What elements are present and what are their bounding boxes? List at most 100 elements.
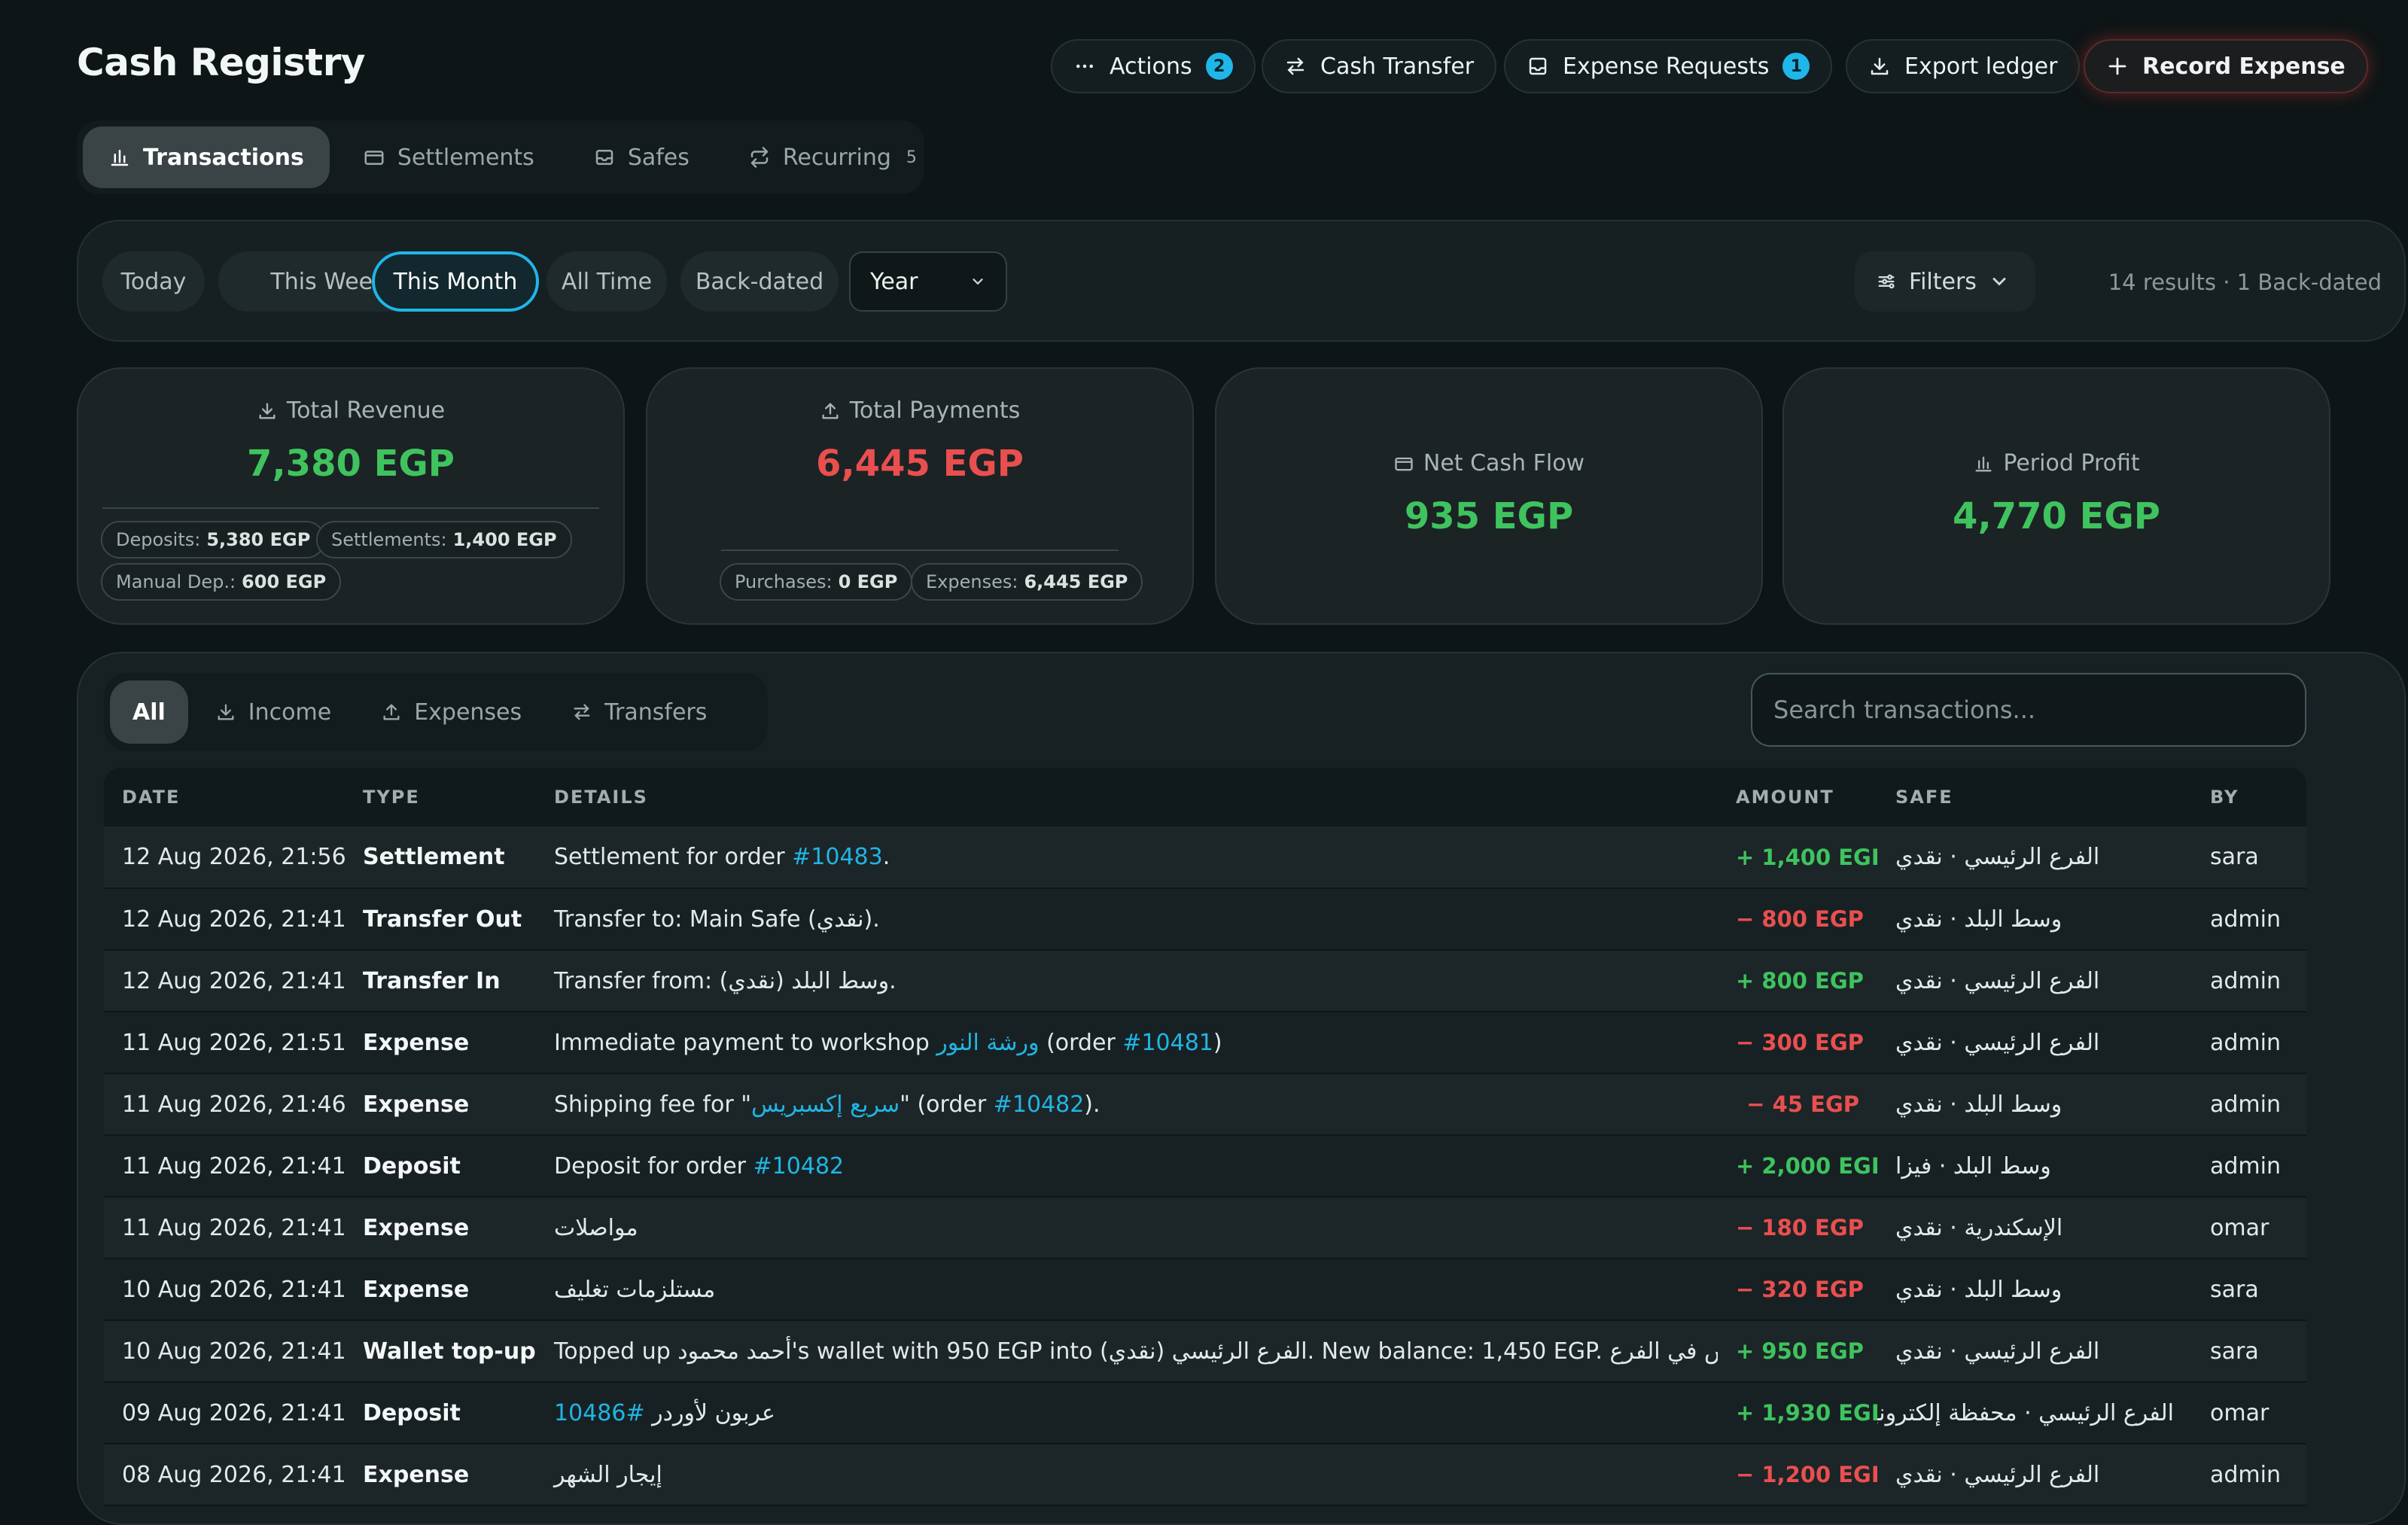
cell-by: admin xyxy=(2192,1135,2306,1198)
detail-text: . xyxy=(882,844,890,870)
period-this-month-button[interactable]: This Month xyxy=(372,251,539,312)
filters-chevron-icon xyxy=(1989,271,2010,292)
plus-icon xyxy=(2106,55,2129,78)
expenses-pill: Expenses: 6,445 EGP xyxy=(911,563,1143,601)
cell-date: 12 Aug 2026, 21:41 xyxy=(104,950,345,1012)
upload-icon xyxy=(381,702,402,723)
transaction-type-tabs: All Income Expenses Transfers xyxy=(104,673,768,751)
total-payments-label: Total Payments xyxy=(849,397,1021,424)
cash-transfer-button[interactable]: Cash Transfer xyxy=(1262,39,1497,93)
record-expense-label: Record Expense xyxy=(2142,53,2346,80)
expense-requests-label: Expense Requests xyxy=(1563,53,1770,80)
column-header-type[interactable]: TYPE xyxy=(345,768,536,826)
tab-settlements[interactable]: Settlements xyxy=(337,126,560,188)
cell-details: مستلزمات تغليف xyxy=(536,1259,1718,1321)
column-header-details[interactable]: DETAILS xyxy=(536,768,1718,826)
expenses-value: 6,445 EGP xyxy=(1024,571,1128,592)
detail-link[interactable]: #10486 xyxy=(554,1400,645,1426)
net-cash-flow-value: 935 EGP xyxy=(1404,495,1574,537)
detail-link[interactable]: سريع إكسبريس xyxy=(751,1091,900,1118)
period-back-dated-button[interactable]: Back-dated xyxy=(680,251,839,312)
cell-details: إيجار الشهر xyxy=(536,1444,1718,1506)
table-row[interactable]: 09 Aug 2026, 21:41 Deposit عربون لأوردر #1… xyxy=(104,1382,2306,1444)
settlements-pill: Settlements: 1,400 EGP xyxy=(316,521,572,559)
cash-registry-page: Cash Registry Actions 2 Cash Transfer Ex… xyxy=(0,0,2408,1525)
period-filter-bar: Today This Week This Month All Time Back… xyxy=(77,220,2406,342)
cell-by: admin xyxy=(2192,888,2306,951)
column-header-by[interactable]: BY xyxy=(2192,768,2306,826)
table-row[interactable]: 12 Aug 2026, 21:41 Transfer Out Transfer t… xyxy=(104,888,2306,951)
total-revenue-value: 7,380 EGP xyxy=(247,443,455,485)
cell-date: 10 Aug 2026, 21:41 xyxy=(104,1259,345,1321)
cash-transfer-label: Cash Transfer xyxy=(1320,53,1475,80)
detail-link[interactable]: #10483 xyxy=(792,844,883,870)
cell-type: Expense xyxy=(345,1012,536,1074)
cell-type: Expense xyxy=(345,1073,536,1136)
tab-recurring[interactable]: Recurring 5 xyxy=(723,126,942,188)
cell-amount: − 800 EGP xyxy=(1718,888,1877,951)
table-row[interactable]: 11 Aug 2026, 21:51 Expense Immediate payme… xyxy=(104,1012,2306,1074)
tab-safes[interactable]: Safes xyxy=(568,126,715,188)
column-header-safe[interactable]: SAFE xyxy=(1877,768,2192,826)
settlements-value: 1,400 EGP xyxy=(452,529,557,550)
transfer-arrows-icon xyxy=(571,702,592,723)
cell-by: admin xyxy=(2192,1012,2306,1074)
detail-link[interactable]: #10482 xyxy=(994,1091,1085,1118)
table-row[interactable]: 11 Aug 2026, 21:46 Expense Shipping fee fo… xyxy=(104,1073,2306,1136)
column-header-amount[interactable]: AMOUNT xyxy=(1718,768,1877,826)
table-row[interactable]: 10 Aug 2026, 21:41 Wallet top-up Topped up… xyxy=(104,1320,2306,1383)
more-dots-icon xyxy=(1073,55,1096,78)
detail-text: Immediate payment to workshop xyxy=(554,1029,937,1056)
type-tab-all[interactable]: All xyxy=(110,680,188,744)
table-row[interactable]: 11 Aug 2026, 21:41 Deposit Deposit for ord… xyxy=(104,1135,2306,1198)
card-divider xyxy=(102,507,599,509)
record-expense-button[interactable]: Record Expense xyxy=(2084,39,2368,93)
chevron-down-icon xyxy=(970,273,986,290)
type-tab-expenses-label: Expenses xyxy=(414,699,522,726)
period-all-time-button[interactable]: All Time xyxy=(546,251,667,312)
type-tab-expenses[interactable]: Expenses xyxy=(358,680,544,744)
purchases-label: Purchases: xyxy=(735,571,833,592)
filters-button[interactable]: Filters xyxy=(1855,251,2035,312)
year-select[interactable]: Year xyxy=(849,251,1007,312)
table-row[interactable]: 12 Aug 2026, 21:56 Settlement Settlement f… xyxy=(104,826,2306,889)
search-input[interactable] xyxy=(1751,673,2306,747)
table-row[interactable]: 10 Aug 2026, 21:41 Expense مستلزمات تغليف −… xyxy=(104,1259,2306,1321)
table-row[interactable]: 08 Aug 2026, 21:41 Expense إيجار الشهر − 1,… xyxy=(104,1444,2306,1506)
cell-by: sara xyxy=(2192,1320,2306,1383)
detail-text: إيجار الشهر xyxy=(554,1461,662,1488)
actions-button[interactable]: Actions 2 xyxy=(1051,39,1256,93)
detail-text: " (order xyxy=(900,1091,994,1118)
column-header-date[interactable]: DATE xyxy=(104,768,345,826)
type-tab-income-label: Income xyxy=(248,699,332,726)
cell-by: admin xyxy=(2192,950,2306,1012)
table-row[interactable]: 12 Aug 2026, 21:41 Transfer In Transfer fr… xyxy=(104,950,2306,1012)
transactions-table: DATE TYPE DETAILS AMOUNT SAFE BY 12 Aug … xyxy=(104,768,2306,1506)
detail-link[interactable]: ورشة النور xyxy=(936,1030,1039,1056)
tab-transactions[interactable]: Transactions xyxy=(83,126,330,188)
expense-requests-button[interactable]: Expense Requests 1 xyxy=(1504,39,1833,93)
detail-text: مواصلات xyxy=(554,1214,638,1241)
tab-settlements-label: Settlements xyxy=(397,144,534,171)
tab-recurring-label: Recurring xyxy=(782,144,891,171)
cell-by: admin xyxy=(2192,1073,2306,1136)
table-row[interactable]: 11 Aug 2026, 21:41 Expense مواصلات − 180 EG… xyxy=(104,1197,2306,1259)
export-ledger-button[interactable]: Export ledger xyxy=(1846,39,2081,93)
period-today-button[interactable]: Today xyxy=(102,251,205,312)
detail-link[interactable]: #10481 xyxy=(1122,1030,1213,1056)
filters-label: Filters xyxy=(1909,268,1977,295)
cell-amount: + 2,000 EGP xyxy=(1718,1135,1877,1198)
detail-link[interactable]: #10482 xyxy=(753,1153,845,1180)
main-tabs: Transactions Settlements Safes Recurring… xyxy=(77,120,924,194)
inbox-icon xyxy=(1527,55,1549,78)
type-tab-income[interactable]: Income xyxy=(193,680,354,744)
cell-safe: الفرع الرئيسي · محفظة إلكترونية xyxy=(1877,1382,2192,1444)
manual-deposits-pill: Manual Dep.: 600 EGP xyxy=(101,563,342,601)
safe-icon xyxy=(593,146,616,169)
type-tab-transfers[interactable]: Transfers xyxy=(549,680,729,744)
wallet-icon xyxy=(1393,453,1414,474)
export-ledger-label: Export ledger xyxy=(1904,53,2058,80)
cell-date: 12 Aug 2026, 21:56 xyxy=(104,826,345,889)
deposits-pill: Deposits: 5,380 EGP xyxy=(101,521,326,559)
total-payments-value: 6,445 EGP xyxy=(816,443,1024,485)
